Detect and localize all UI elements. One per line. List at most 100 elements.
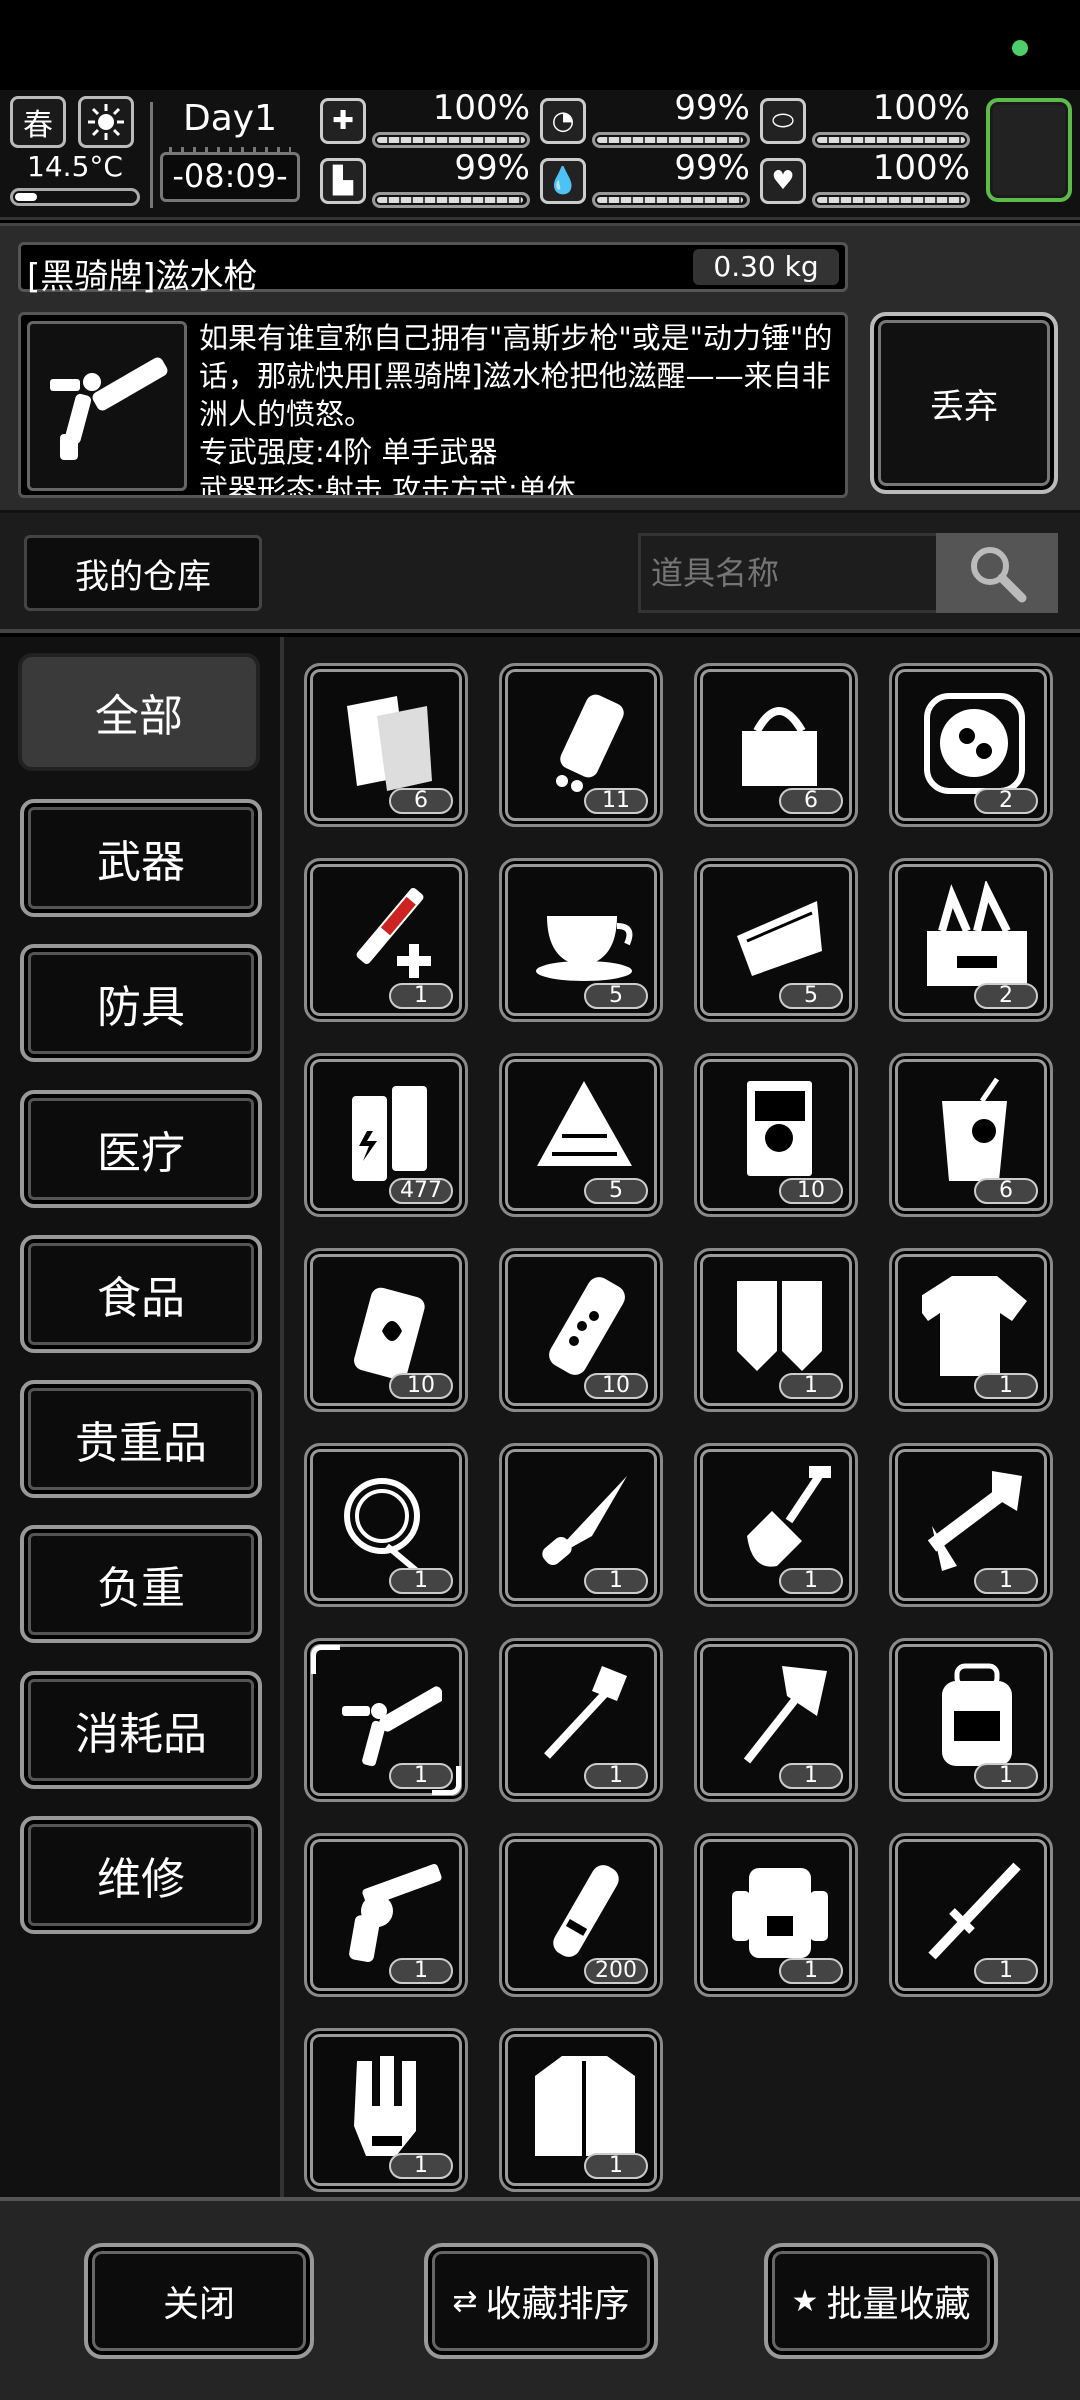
thermometer-icon — [10, 188, 140, 206]
item-count-badge: 1 — [389, 1958, 453, 1984]
inventory-slot[interactable]: 200 — [499, 1833, 663, 1997]
category-medical[interactable]: 医疗 — [20, 1090, 262, 1208]
inventory-slot[interactable]: 10 — [694, 1053, 858, 1217]
category-consumables[interactable]: 消耗品 — [20, 1671, 262, 1789]
description-text: 如果有谁宣称自己拥有"高斯步枪"或是"动力锤"的话，那就快用[黑骑牌]滋水枪把他… — [199, 321, 833, 431]
item-count-badge: 1 — [389, 1568, 453, 1594]
inventory-slot[interactable]: 1 — [694, 1248, 858, 1412]
batch-favorite-label: 批量收藏 — [826, 2284, 971, 2325]
star-icon: ★ — [791, 2283, 819, 2319]
inventory-slot[interactable]: 2 — [889, 663, 1053, 827]
foot-icon: ▙ — [320, 158, 366, 204]
sun-weather-icon — [78, 96, 134, 148]
bottom-action-bar: 关闭 ⇄ 收藏排序 ★ 批量收藏 — [0, 2197, 1080, 2400]
quick-slot[interactable] — [986, 98, 1072, 202]
inventory-slot[interactable]: 1 — [694, 1638, 858, 1802]
inventory-slot[interactable]: 6 — [889, 1053, 1053, 1217]
inventory-slot[interactable]: 5 — [499, 1053, 663, 1217]
drink-glass-icon — [942, 1077, 1007, 1181]
cake-slice-icon — [737, 901, 822, 976]
shovel-icon — [747, 1466, 831, 1567]
inventory-slot[interactable]: 10 — [304, 1248, 468, 1412]
inventory-slot[interactable]: 5 — [499, 858, 663, 1022]
inventory-slot[interactable]: 1 — [889, 1638, 1053, 1802]
inventory-slot[interactable]: 6 — [694, 663, 858, 827]
inventory-slot[interactable]: 11 — [499, 663, 663, 827]
category-weapons[interactable]: 武器 — [20, 799, 262, 917]
inventory-slot[interactable]: 1 — [499, 2028, 663, 2192]
revolver-icon — [349, 1863, 442, 1962]
inventory-slot[interactable]: 1 — [304, 2028, 468, 2192]
inventory-slot[interactable]: 6 — [304, 663, 468, 827]
inventory-slot[interactable]: 1 — [499, 1443, 663, 1607]
close-button[interactable]: 关闭 — [84, 2243, 314, 2359]
item-name-bar: [黑骑牌]滋水枪 0.30 kg — [18, 242, 848, 297]
item-count-badge: 1 — [389, 1763, 453, 1789]
stat-value: 100% — [432, 88, 530, 128]
item-count-badge: 6 — [389, 788, 453, 814]
item-detail-panel: [黑骑牌]滋水枪 0.30 kg 如果有谁宣称自己拥有"高斯步枪"或是"动力锤"… — [0, 223, 1080, 513]
category-valuables[interactable]: 贵重品 — [20, 1380, 262, 1498]
sort-favorites-label: 收藏排序 — [485, 2284, 630, 2325]
category-all[interactable]: 全部 — [18, 653, 260, 771]
inventory-slot[interactable]: 1 — [304, 1833, 468, 1997]
water-drop-icon: 💧 — [540, 158, 586, 204]
inventory-slot[interactable]: 1 — [889, 1248, 1053, 1412]
stat-stamina: ▙ 99% — [320, 148, 530, 210]
inventory-slot[interactable]: 10 — [499, 1248, 663, 1412]
inventory-slot[interactable]: 2 — [889, 858, 1053, 1022]
item-count-badge: 6 — [779, 788, 843, 814]
category-food[interactable]: 食品 — [20, 1235, 262, 1353]
item-count-badge: 1 — [389, 983, 453, 1009]
stat-immunity: ⬭ 100% — [760, 88, 970, 150]
backpack-icon — [942, 1663, 1012, 1766]
inventory-slot[interactable]: 1 — [889, 1443, 1053, 1607]
inventory-slot[interactable]: 1 — [304, 1443, 468, 1607]
inventory-slot[interactable]: 1 — [694, 1833, 858, 1997]
item-description-box[interactable]: 如果有谁宣称自己拥有"高斯步枪"或是"动力锤"的话，那就快用[黑骑牌]滋水枪把他… — [18, 312, 848, 498]
item-count-badge: 1 — [584, 2153, 648, 2179]
inventory-slot[interactable]: 1 — [499, 1638, 663, 1802]
water-gun-icon — [27, 321, 187, 491]
item-count-badge: 2 — [974, 788, 1038, 814]
status-indicator-dot — [1012, 40, 1028, 56]
inventory-slot[interactable]: 1 — [304, 1638, 468, 1802]
stomach-icon: ◔ — [540, 98, 586, 144]
medkit-icon: ✚ — [320, 98, 366, 144]
item-count-badge: 200 — [584, 1958, 648, 1984]
item-weight: 0.30 kg — [693, 249, 839, 285]
discard-button[interactable]: 丢弃 — [870, 312, 1058, 494]
food-tray-icon — [924, 693, 1025, 794]
item-count-badge: 1 — [779, 1958, 843, 1984]
item-count-badge: 6 — [974, 1178, 1038, 1204]
survival-hud: 春 14.5°C Day1 -08:09- ✚ 100% ◔ 99% ⬭ 100… — [0, 88, 1080, 220]
day-counter: Day1 — [183, 98, 277, 139]
inventory-slot[interactable]: 1 — [694, 1443, 858, 1607]
bandage-roll-icon — [347, 696, 432, 791]
tshirt-icon — [922, 1276, 1027, 1376]
stat-health: ✚ 100% — [320, 88, 530, 150]
syringe-icon — [356, 888, 431, 978]
inventory-slot[interactable]: 1 — [304, 858, 468, 1022]
flashbang-icon — [549, 1277, 625, 1375]
item-count-badge: 1 — [389, 2153, 453, 2179]
stat-mood: ♥ 100% — [760, 148, 970, 210]
category-repair[interactable]: 维修 — [20, 1816, 262, 1934]
swap-arrows-icon: ⇄ — [452, 2283, 478, 2319]
inventory-slot[interactable]: 477 — [304, 1053, 468, 1217]
stat-value: 100% — [872, 148, 970, 188]
inventory-slot[interactable]: 5 — [694, 858, 858, 1022]
item-search-input[interactable] — [638, 533, 938, 613]
jacket-icon — [535, 2056, 635, 2156]
hud-divider — [150, 102, 153, 208]
category-armor[interactable]: 防具 — [20, 944, 262, 1062]
category-carry[interactable]: 负重 — [20, 1525, 262, 1643]
stat-value: 99% — [454, 148, 530, 188]
stat-hunger: ◔ 99% — [540, 88, 750, 150]
item-count-badge: 1 — [974, 1958, 1038, 1984]
search-button[interactable] — [936, 533, 1058, 613]
inventory-slot[interactable]: 1 — [889, 1833, 1053, 1997]
spade-icon — [544, 1666, 627, 1759]
batch-favorite-button[interactable]: ★ 批量收藏 — [764, 2243, 998, 2359]
sort-favorites-button[interactable]: ⇄ 收藏排序 — [424, 2243, 658, 2359]
